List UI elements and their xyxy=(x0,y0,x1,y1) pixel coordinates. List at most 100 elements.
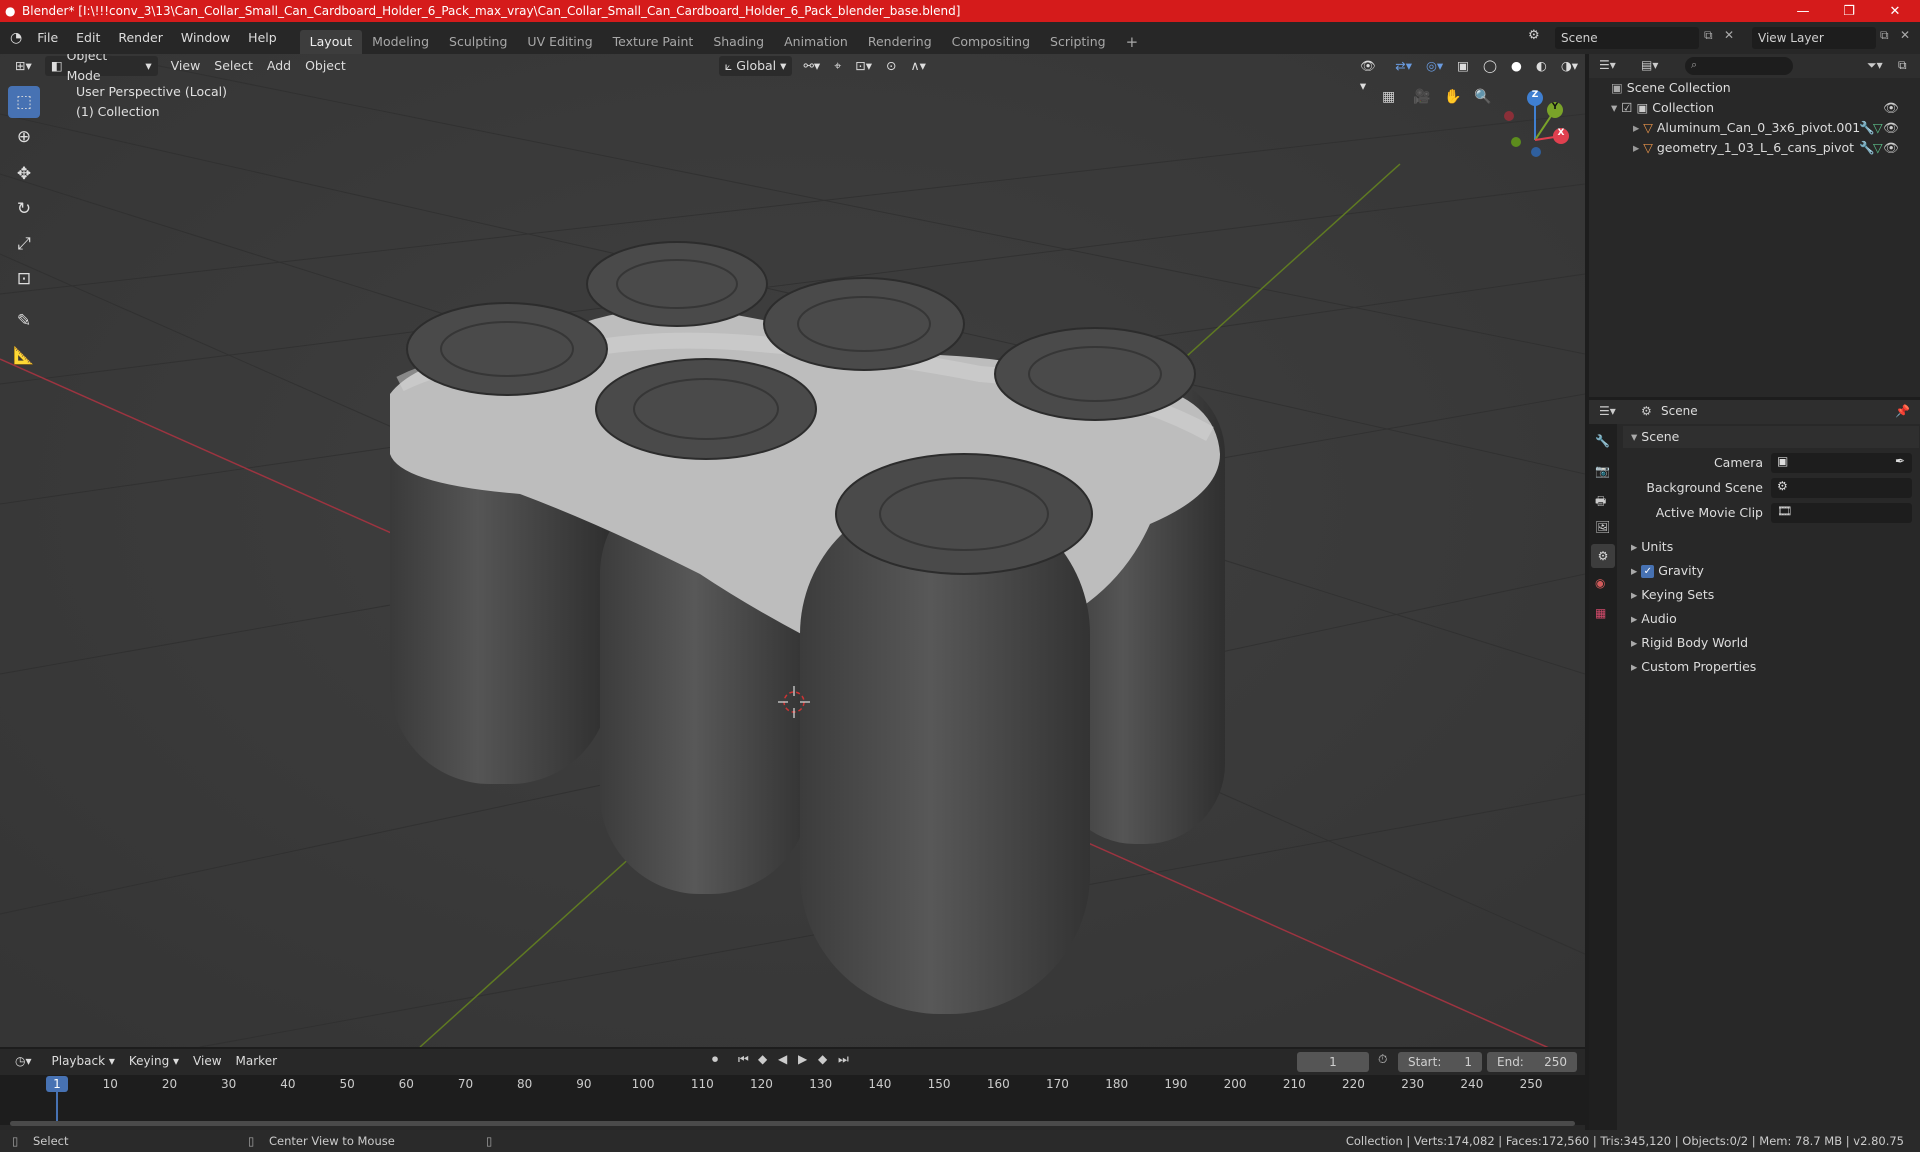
end-frame-field[interactable]: End: 250 xyxy=(1487,1052,1577,1072)
move-tool-icon[interactable]: ✥ xyxy=(8,158,40,190)
menu-help[interactable]: Help xyxy=(239,27,286,49)
audio-section[interactable]: ▸ Audio xyxy=(1623,608,1919,630)
scale-tool-icon[interactable]: ⤢ xyxy=(8,228,40,260)
menu-edit[interactable]: Edit xyxy=(67,27,109,49)
tab-compositing[interactable]: Compositing xyxy=(942,30,1040,54)
pin-icon[interactable]: 📌 xyxy=(1895,404,1910,418)
texture-tab-icon[interactable]: ▦ xyxy=(1595,606,1606,620)
mesh-data-icon[interactable]: ▽ xyxy=(1873,118,1883,138)
timeline-editor-icon[interactable]: ◷▾ xyxy=(8,1051,39,1071)
tab-layout[interactable]: Layout xyxy=(299,30,363,54)
solid-shading-icon[interactable]: ● xyxy=(1504,56,1529,76)
tab-uv-editing[interactable]: UV Editing xyxy=(517,30,602,54)
maximize-icon[interactable]: ❐ xyxy=(1826,0,1872,22)
menu-file[interactable]: File xyxy=(28,27,67,49)
menu-render[interactable]: Render xyxy=(109,27,172,49)
units-section[interactable]: ▸ Units xyxy=(1623,536,1919,558)
outliner-collection[interactable]: ▾ ☑ ▣ Collection 👁 xyxy=(1611,98,1920,118)
xray-icon[interactable]: ▣ xyxy=(1450,56,1476,76)
menu-timeline-view[interactable]: View xyxy=(186,1051,228,1071)
pan-hand-icon[interactable]: ✋ xyxy=(1444,89,1461,105)
start-frame-field[interactable]: Start: 1 xyxy=(1398,1052,1482,1072)
render-tab-icon[interactable]: 📷 xyxy=(1595,464,1610,478)
background-scene-field[interactable]: ⚙ xyxy=(1771,478,1912,498)
gizmo-z-label[interactable]: Z xyxy=(1528,90,1542,100)
tab-rendering[interactable]: Rendering xyxy=(858,30,942,54)
tool-tab-icon[interactable]: 🔧 xyxy=(1595,434,1610,448)
pivot-icon[interactable]: ⚯▾ xyxy=(796,56,827,76)
eye-icon[interactable]: 👁 xyxy=(1883,98,1899,118)
rotate-tool-icon[interactable]: ↻ xyxy=(8,193,40,225)
stopwatch-icon[interactable]: ⏱ xyxy=(1378,1052,1387,1067)
play-icon[interactable]: ▶ xyxy=(798,1052,807,1066)
outliner-object-row[interactable]: ▸ ▽ Aluminum_Can_0_3x6_pivot.001 🔧 ▽ 👁 xyxy=(1633,118,1920,138)
jump-start-icon[interactable]: ⏮ xyxy=(738,1052,749,1067)
orientation-select[interactable]: ⟀ Global ▾ xyxy=(718,56,793,76)
measure-tool-icon[interactable]: 📐 xyxy=(8,340,40,372)
menu-keying[interactable]: Keying ▾ xyxy=(122,1051,186,1071)
tab-animation[interactable]: Animation xyxy=(774,30,858,54)
scene-tab-icon[interactable]: ⚙ xyxy=(1591,544,1615,568)
add-workspace-icon[interactable]: + xyxy=(1116,30,1149,54)
close-icon[interactable]: ✕ xyxy=(1872,0,1918,22)
scene-field[interactable]: Scene xyxy=(1555,27,1699,49)
display-mode-icon[interactable]: ▤▾ xyxy=(1641,58,1658,72)
visibility-icon[interactable]: 👁▾ xyxy=(1353,56,1388,93)
mesh-data-icon[interactable]: ▽ xyxy=(1873,138,1883,158)
tab-shading[interactable]: Shading xyxy=(703,30,774,54)
view-layer-new-icon[interactable]: ⧉ xyxy=(1880,28,1889,43)
custom-properties-section[interactable]: ▸ Custom Properties xyxy=(1623,656,1919,678)
gizmo-x-label[interactable]: X xyxy=(1554,128,1568,138)
new-collection-icon[interactable]: ⧉ xyxy=(1898,58,1907,73)
rigid-body-world-section[interactable]: ▸ Rigid Body World xyxy=(1623,632,1919,654)
toggle-grid-icon[interactable]: ▦ xyxy=(1382,89,1395,105)
menu-window[interactable]: Window xyxy=(172,27,239,49)
scene-selector-icon[interactable]: ⚙ xyxy=(1528,28,1540,43)
menu-select[interactable]: Select xyxy=(207,56,260,76)
expand-arrow-icon[interactable]: ▸ xyxy=(1633,120,1639,135)
filter-icon[interactable]: ⏷▾ xyxy=(1867,58,1883,73)
material-shading-icon[interactable]: ◐ xyxy=(1529,56,1554,76)
menu-object[interactable]: Object xyxy=(298,56,353,76)
view-layer-remove-icon[interactable]: ✕ xyxy=(1900,28,1910,42)
active-movie-clip-field[interactable]: 🎞 xyxy=(1771,503,1912,523)
world-tab-icon[interactable]: ◉ xyxy=(1595,576,1605,590)
expand-arrow-icon[interactable]: ▸ xyxy=(1633,140,1639,155)
properties-editor-icon[interactable]: ☰▾ xyxy=(1599,404,1616,418)
menu-playback[interactable]: Playback ▾ xyxy=(45,1051,122,1071)
play-reverse-icon[interactable]: ◀ xyxy=(778,1052,787,1066)
current-frame-field[interactable]: 1 xyxy=(1297,1052,1369,1072)
output-tab-icon[interactable]: 🖶 xyxy=(1595,492,1606,513)
timeline-scrollbar[interactable] xyxy=(10,1121,1575,1126)
menu-view[interactable]: View xyxy=(164,56,208,76)
scene-panel-header[interactable]: ▾ Scene xyxy=(1623,426,1919,448)
view-layer-field[interactable]: View Layer xyxy=(1752,27,1876,49)
select-box-tool-icon[interactable]: ⬚ xyxy=(8,86,40,118)
jump-end-icon[interactable]: ⏭ xyxy=(838,1052,849,1067)
tab-sculpting[interactable]: Sculpting xyxy=(439,30,517,54)
scene-new-icon[interactable]: ⧉ xyxy=(1704,28,1713,43)
camera-view-icon[interactable]: 🎥 xyxy=(1413,89,1430,105)
scene-remove-icon[interactable]: ✕ xyxy=(1724,28,1734,42)
cursor-tool-icon[interactable]: ⊕ xyxy=(8,121,40,153)
gravity-checkbox[interactable]: ✓ xyxy=(1641,565,1655,578)
expand-arrow-icon[interactable]: ▾ xyxy=(1611,100,1617,115)
outliner-scene-collection[interactable]: ▣ Scene Collection xyxy=(1611,78,1731,98)
tab-modeling[interactable]: Modeling xyxy=(362,30,439,54)
outliner-editor-icon[interactable]: ☰▾ xyxy=(1599,58,1616,72)
mode-select[interactable]: ◧ Object Mode ▾ xyxy=(44,54,158,83)
view-layer-tab-icon[interactable]: 🖼 xyxy=(1595,520,1610,534)
transform-tool-icon[interactable]: ⊡ xyxy=(8,263,40,295)
outliner-object-row[interactable]: ▸ ▽ geometry_1_03_L_6_cans_pivot 🔧 ▽ 👁 xyxy=(1633,138,1920,158)
checkbox-icon[interactable]: ☑ xyxy=(1621,100,1632,115)
tab-scripting[interactable]: Scripting xyxy=(1040,30,1116,54)
menu-add[interactable]: Add xyxy=(260,56,298,76)
prev-keyframe-icon[interactable]: ◆ xyxy=(758,1052,767,1066)
menu-marker[interactable]: Marker xyxy=(229,1051,284,1071)
keying-sets-section[interactable]: ▸ Keying Sets xyxy=(1623,584,1919,606)
zoom-icon[interactable]: 🔍 xyxy=(1474,89,1491,105)
editor-type-icon[interactable]: ⊞▾ xyxy=(8,56,39,76)
snap-target-icon[interactable]: ⊡▾ xyxy=(848,56,879,76)
gravity-section[interactable]: ▸ ✓ Gravity xyxy=(1623,560,1919,582)
rendered-shading-icon[interactable]: ◑▾ xyxy=(1554,56,1585,76)
